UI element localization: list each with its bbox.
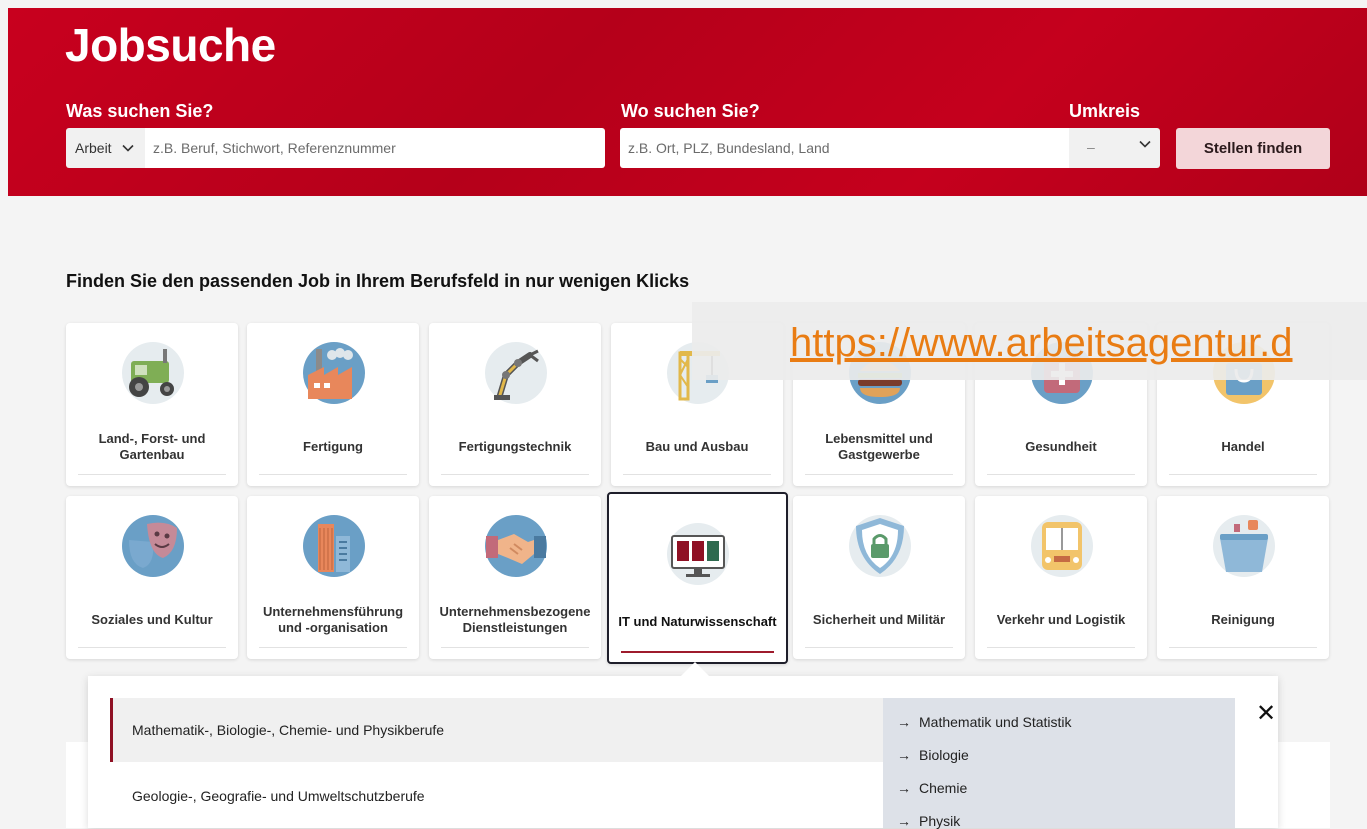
page-title: Jobsuche (65, 19, 276, 71)
tile-label: Soziales und Kultur (91, 612, 213, 627)
subcategory-link-mathematik-statistik[interactable]: → Mathematik und Statistik (897, 714, 1072, 730)
tile-divider (441, 647, 589, 648)
tile-fertigungstechnik[interactable]: Fertigungstechnik (429, 323, 601, 486)
search-type-value: Arbeit (75, 140, 112, 156)
tile-label: Reinigung (1211, 612, 1275, 627)
search-input[interactable]: z.B. Beruf, Stichwort, Referenznummer (145, 128, 605, 168)
tile-divider (78, 474, 226, 475)
radius-select[interactable]: – (1069, 128, 1160, 168)
find-jobs-button[interactable]: Stellen finden (1176, 128, 1330, 169)
tile-label: Bau und Ausbau (645, 439, 749, 454)
tile-reinigung[interactable]: Reinigung (1157, 496, 1329, 659)
subcategory-link-chemie[interactable]: → Chemie (897, 780, 967, 796)
theater-masks-icon (122, 515, 184, 577)
tile-label: Unternehmensbezogene Dienstleistungen (439, 604, 591, 635)
tile-label: Handel (1221, 439, 1265, 454)
monitor-icon (667, 523, 729, 585)
where-label: Wo suchen Sie? (621, 101, 760, 121)
category-item-geologie[interactable]: Geologie-, Geografie- und Umweltschutzbe… (110, 764, 900, 828)
subcategory-link-physik[interactable]: → Physik (897, 813, 960, 829)
tile-label: Lebensmittel und Gastgewerbe (825, 431, 933, 462)
bus-icon (1031, 515, 1093, 577)
arrow-right-icon: → (897, 747, 911, 763)
tile-sicherheit-militaer[interactable]: Sicherheit und Militär (793, 496, 965, 659)
arrow-right-icon: → (897, 780, 911, 796)
subcategory-link-biologie[interactable]: → Biologie (897, 747, 969, 763)
category-item-mathematik[interactable]: Mathematik-, Biologie-, Chemie- und Phys… (110, 698, 900, 762)
tile-divider (805, 474, 953, 475)
tile-verkehr-logistik[interactable]: Verkehr und Logistik (975, 496, 1147, 659)
subcategory-panel: Mathematik-, Biologie-, Chemie- und Phys… (88, 676, 1278, 829)
what-label: Was suchen Sie? (66, 101, 214, 121)
url-overlay: https://www.arbeitsagentur.d (692, 302, 1367, 380)
location-input[interactable]: z.B. Ort, PLZ, Bundesland, Land (620, 128, 1070, 168)
subcategory-list: → Mathematik und Statistik → Biologie → … (883, 698, 1235, 829)
tile-unternehmensbezogene-dienstleistungen[interactable]: Unternehmensbezogene Dienstleistungen (429, 496, 601, 659)
chevron-down-icon (122, 144, 134, 152)
subcategory-label: Chemie (919, 780, 968, 796)
tile-label: Gesundheit (1025, 439, 1097, 454)
location-placeholder: z.B. Ort, PLZ, Bundesland, Land (628, 140, 830, 156)
arrow-right-icon: → (897, 714, 911, 730)
tile-divider (1169, 474, 1317, 475)
tile-divider (623, 474, 771, 475)
tile-label: Verkehr und Logistik (996, 612, 1126, 627)
url-overlay-link[interactable]: https://www.arbeitsagentur.d (790, 321, 1293, 366)
tile-divider (805, 647, 953, 648)
tile-divider (259, 647, 407, 648)
search-type-select[interactable]: Arbeit (66, 128, 145, 168)
tile-divider (1169, 647, 1317, 648)
tile-divider (441, 474, 589, 475)
tile-label: Fertigung (303, 439, 363, 454)
tile-divider (987, 647, 1135, 648)
active-tile-underline (621, 651, 774, 653)
tile-land-forst-gartenbau[interactable]: Land-, Forst- und Gartenbau (66, 323, 238, 486)
close-icon[interactable]: ✕ (1256, 702, 1276, 726)
robot-arm-icon (485, 342, 547, 404)
panel-pointer (679, 662, 711, 678)
tile-divider (259, 474, 407, 475)
category-label: Geologie-, Geografie- und Umweltschutzbe… (132, 788, 425, 804)
handshake-icon (485, 515, 547, 577)
arrow-right-icon: → (897, 813, 911, 829)
category-label: Mathematik-, Biologie-, Chemie- und Phys… (132, 722, 445, 738)
subcategory-label: Physik (919, 813, 961, 829)
tile-soziales-kultur[interactable]: Soziales und Kultur (66, 496, 238, 659)
tile-label: Land-, Forst- und Gartenbau (98, 431, 206, 462)
chevron-down-icon (1139, 140, 1151, 148)
tile-label: IT und Naturwissenschaft (618, 614, 777, 629)
tractor-icon (122, 342, 184, 404)
tile-label: Fertigungstechnik (458, 439, 572, 454)
tile-label: Unternehmensführung und -organisation (262, 604, 404, 635)
shield-lock-icon (849, 515, 911, 577)
cleaning-bucket-icon (1213, 515, 1275, 577)
tile-it-naturwissenschaft[interactable]: IT und Naturwissenschaft (607, 492, 788, 664)
office-building-icon (303, 515, 365, 577)
tile-divider (78, 647, 226, 648)
tile-unternehmensfuehrung[interactable]: Unternehmensführung und -organisation (247, 496, 419, 659)
search-placeholder: z.B. Beruf, Stichwort, Referenznummer (153, 140, 396, 156)
section-heading: Finden Sie den passenden Job in Ihrem Be… (66, 271, 690, 291)
radius-label: Umkreis (1069, 101, 1141, 121)
radius-value: – (1087, 139, 1095, 155)
tile-divider (987, 474, 1135, 475)
subcategory-label: Mathematik und Statistik (919, 714, 1072, 730)
subcategory-label: Biologie (919, 747, 969, 763)
tile-fertigung[interactable]: Fertigung (247, 323, 419, 486)
tile-label: Sicherheit und Militär (812, 612, 946, 627)
factory-icon (303, 342, 365, 404)
